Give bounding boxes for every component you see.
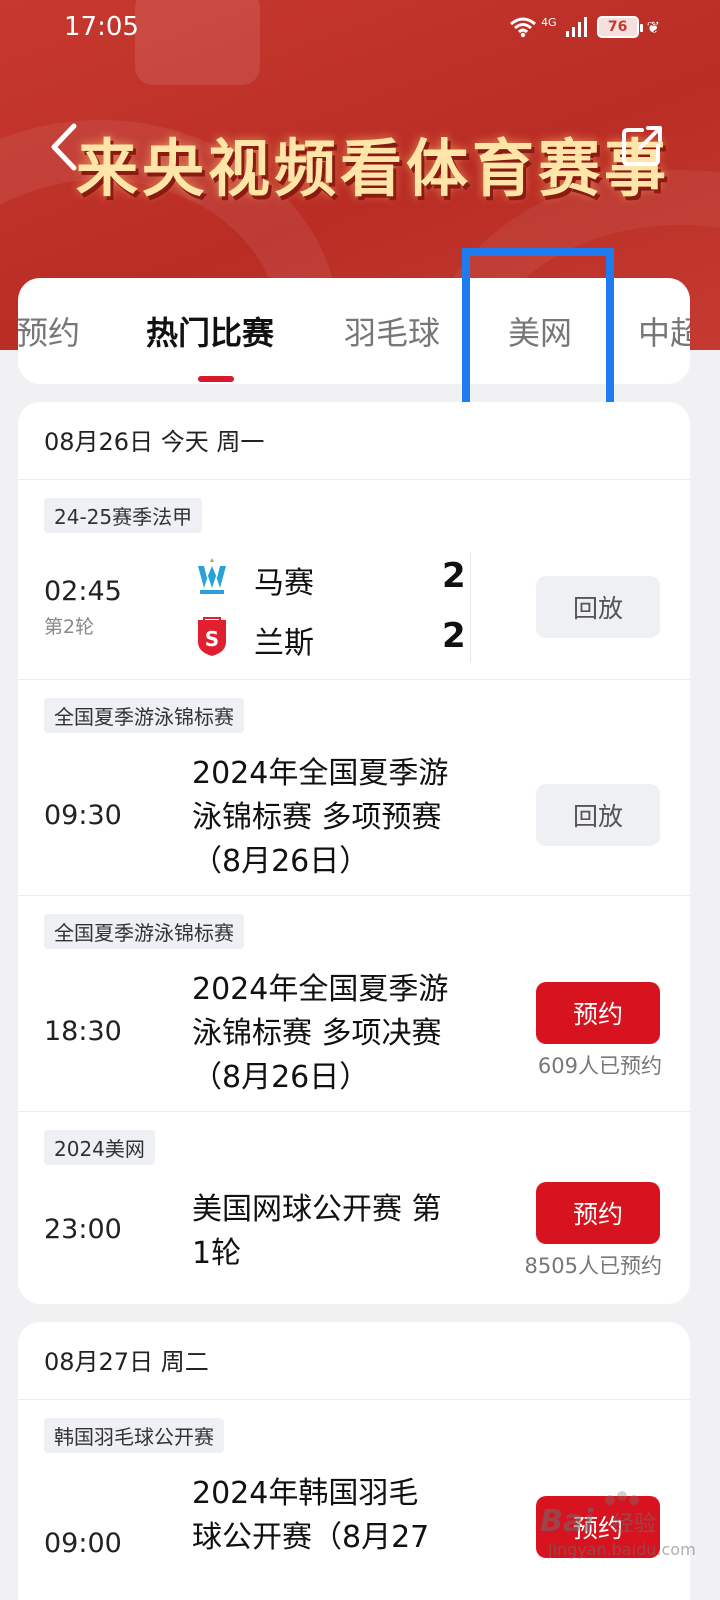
signal-icon	[565, 17, 587, 37]
reservation-count: 8505人已预约	[524, 1254, 662, 1278]
away-team-score: 2	[442, 616, 466, 656]
wifi-icon	[510, 17, 537, 38]
watermark-cn: 经验	[612, 1512, 657, 1537]
match-title-line: 1轮	[192, 1236, 242, 1271]
share-icon[interactable]	[620, 124, 664, 168]
date-header: 08月26日 今天 周一	[18, 402, 690, 480]
match-title-line: （8月26日）	[192, 1060, 370, 1095]
replay-button[interactable]: 回放	[536, 784, 660, 846]
reserve-button[interactable]: 预约	[536, 1182, 660, 1244]
active-tab-indicator	[198, 376, 234, 382]
replay-button[interactable]: 回放	[536, 576, 660, 638]
watermark-brand: Bai	[540, 1504, 594, 1539]
event-tag: 2024美网	[44, 1130, 155, 1165]
reservation-count: 609人已预约	[537, 1054, 662, 1078]
match-row[interactable]: 2024美网 23:00 美国网球公开赛 第 1轮 预约 8505人已预约	[18, 1112, 690, 1302]
svg-text:S: S	[205, 627, 219, 651]
highlight-box	[462, 248, 614, 412]
date-header: 08月27日 周二	[18, 1322, 690, 1400]
match-time: 09:00	[44, 1528, 122, 1559]
match-row[interactable]: 24-25赛季法甲 02:45 第2轮 马赛 2 S 兰斯 2 回放	[18, 480, 690, 680]
home-team-score: 2	[442, 556, 466, 596]
event-tag: 韩国羽毛球公开赛	[44, 1418, 224, 1453]
match-time: 02:45	[44, 576, 122, 607]
match-row[interactable]: 全国夏季游泳锦标赛 18:30 2024年全国夏季游 泳锦标赛 多项决赛 （8月…	[18, 896, 690, 1112]
match-time: 23:00	[44, 1214, 122, 1245]
home-team-name: 马赛	[254, 566, 314, 601]
reims-logo-icon: S	[198, 617, 226, 656]
battery-level: 76	[607, 19, 628, 35]
match-title-line: 泳锦标赛 多项决赛	[192, 1016, 442, 1051]
match-time: 09:30	[44, 800, 122, 831]
tab-reservation[interactable]: 预约	[18, 308, 80, 354]
tab-csl[interactable]: 中超	[638, 308, 690, 354]
match-title-line: 泳锦标赛 多项预赛	[192, 800, 442, 835]
tab-badminton[interactable]: 羽毛球	[344, 308, 440, 354]
match-title-line: 2024年全国夏季游	[192, 756, 449, 791]
match-title-line: 美国网球公开赛 第	[192, 1192, 442, 1227]
leaf-icon: ❦	[646, 17, 660, 37]
reserve-button[interactable]: 预约	[536, 982, 660, 1044]
divider	[470, 552, 471, 662]
match-round: 第2轮	[44, 616, 95, 638]
tab-hot-matches[interactable]: 热门比赛	[146, 308, 274, 354]
event-tag: 全国夏季游泳锦标赛	[44, 914, 244, 949]
match-title-line: 球公开赛（8月27	[192, 1520, 430, 1555]
match-title-line: （8月26日）	[192, 844, 370, 879]
status-time: 17:05	[64, 12, 139, 42]
watermark-url: jingyan.baidu.com	[548, 1540, 696, 1559]
battery-icon: 76	[596, 16, 643, 38]
match-title: 2024年全国夏季游 泳锦标赛 多项预赛 （8月26日）	[192, 752, 482, 884]
event-tag: 全国夏季游泳锦标赛	[44, 698, 244, 733]
schedule-card-day1: 08月26日 今天 周一 24-25赛季法甲 02:45 第2轮 马赛 2 S …	[18, 402, 690, 1304]
match-title-line: 2024年全国夏季游	[192, 972, 449, 1007]
network-type: 4G	[541, 15, 557, 29]
away-team-name: 兰斯	[254, 626, 314, 661]
match-title: 2024年全国夏季游 泳锦标赛 多项决赛 （8月26日）	[192, 968, 482, 1100]
match-title: 美国网球公开赛 第 1轮	[192, 1188, 482, 1276]
marseille-logo-icon	[198, 558, 226, 594]
banner-title: 来央视频看体育赛事	[76, 132, 671, 205]
status-bar: 17:05 4G 76 ❦	[0, 8, 720, 48]
match-row[interactable]: 全国夏季游泳锦标赛 09:30 2024年全国夏季游 泳锦标赛 多项预赛 （8月…	[18, 680, 690, 896]
event-tag: 24-25赛季法甲	[44, 498, 203, 533]
match-title-line: 2024年韩国羽毛	[192, 1476, 419, 1511]
match-title: 2024年韩国羽毛 球公开赛（8月27	[192, 1472, 482, 1560]
match-time: 18:30	[44, 1016, 122, 1047]
